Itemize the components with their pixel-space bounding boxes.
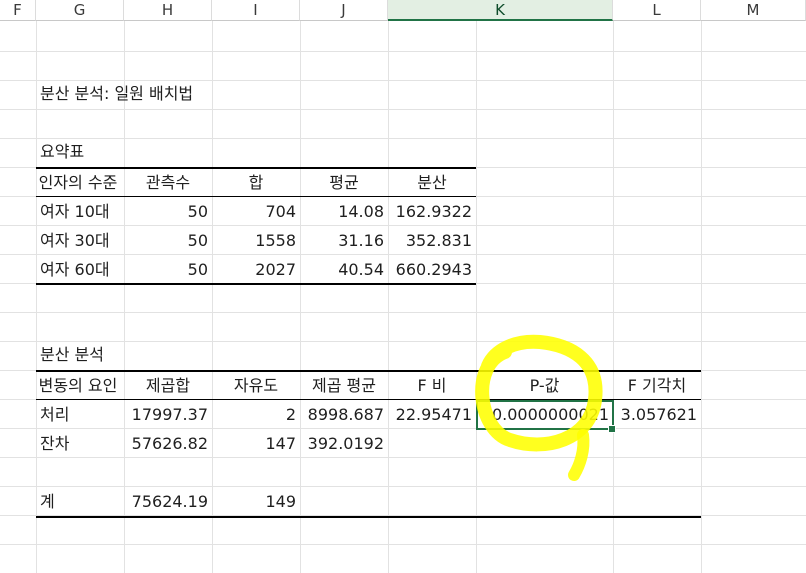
grid-hline — [0, 544, 806, 545]
summary-header-level[interactable]: 인자의 수준 — [28, 169, 128, 197]
anova-header-ms[interactable]: 제곱 평균 — [300, 372, 388, 400]
summary-cell[interactable]: 14.08 — [300, 198, 388, 226]
anova-header-df[interactable]: 자유도 — [212, 372, 300, 400]
summary-bottom-border — [36, 283, 476, 285]
grid-hline — [0, 51, 806, 52]
grid-vline — [613, 21, 614, 573]
summary-cell[interactable]: 50 — [124, 198, 212, 226]
anova-label[interactable]: 분산 분석 — [36, 341, 156, 369]
anova-bottom-border — [36, 516, 701, 518]
highlight-tail-stroke — [568, 429, 590, 481]
column-header-m[interactable]: M — [701, 0, 806, 21]
column-header-h[interactable]: H — [124, 0, 212, 21]
grid-vline — [476, 21, 477, 573]
anova-header-p[interactable]: P-값 — [476, 372, 613, 400]
summary-header-variance[interactable]: 분산 — [388, 169, 476, 197]
summary-cell[interactable]: 여자 60대 — [36, 256, 124, 284]
summary-cell[interactable]: 31.16 — [300, 227, 388, 255]
anova-header-fcrit[interactable]: F 기각치 — [613, 372, 701, 400]
grid-vline — [388, 21, 389, 573]
anova-header-f[interactable]: F 비 — [388, 372, 476, 400]
anova-cell[interactable]: 22.95471 — [388, 401, 476, 429]
summary-header-border — [36, 196, 476, 197]
summary-cell[interactable]: 162.9322 — [388, 198, 476, 226]
anova-cell[interactable]: 17997.37 — [124, 401, 212, 429]
anova-cell[interactable]: 392.0192 — [300, 430, 388, 458]
summary-header-sum[interactable]: 합 — [212, 169, 300, 197]
summary-cell[interactable]: 660.2943 — [388, 256, 476, 284]
anova-cell[interactable]: 57626.82 — [124, 430, 212, 458]
grid-hline — [0, 109, 806, 110]
summary-header-mean[interactable]: 평균 — [300, 169, 388, 197]
anova-cell[interactable]: 3.057621 — [613, 401, 701, 429]
summary-header-count[interactable]: 관측수 — [124, 169, 212, 197]
summary-cell[interactable]: 50 — [124, 256, 212, 284]
summary-cell[interactable]: 704 — [212, 198, 300, 226]
anova-header-ss[interactable]: 제곱합 — [124, 372, 212, 400]
anova-title[interactable]: 분산 분석: 일원 배치법 — [36, 80, 336, 108]
grid-vline — [701, 21, 702, 573]
summary-cell[interactable]: 여자 10대 — [36, 198, 124, 226]
anova-cell[interactable]: 계 — [36, 488, 124, 516]
column-header-g[interactable]: G — [36, 0, 124, 21]
summary-cell[interactable]: 여자 30대 — [36, 227, 124, 255]
anova-cell[interactable]: 2 — [212, 401, 300, 429]
summary-label[interactable]: 요약표 — [36, 138, 156, 166]
fill-handle[interactable] — [608, 425, 616, 433]
column-header-j[interactable]: J — [300, 0, 388, 21]
column-header-k[interactable]: K — [388, 0, 613, 21]
anova-header-source[interactable]: 변동의 요인 — [28, 372, 128, 400]
summary-cell[interactable]: 40.54 — [300, 256, 388, 284]
anova-cell[interactable]: 149 — [212, 488, 300, 516]
anova-cell[interactable]: 75624.19 — [124, 488, 212, 516]
summary-cell[interactable]: 1558 — [212, 227, 300, 255]
summary-cell[interactable]: 352.831 — [388, 227, 476, 255]
anova-cell[interactable]: 8998.687 — [300, 401, 388, 429]
anova-cell[interactable]: 147 — [212, 430, 300, 458]
active-cell-selection[interactable] — [476, 400, 614, 430]
column-header-f[interactable]: F — [0, 0, 36, 21]
summary-cell[interactable]: 50 — [124, 227, 212, 255]
anova-cell[interactable]: 잔차 — [36, 430, 124, 458]
column-header-l[interactable]: L — [613, 0, 701, 21]
anova-cell[interactable]: 처리 — [36, 401, 124, 429]
grid-hline — [0, 312, 806, 313]
grid-hline — [0, 486, 806, 487]
summary-cell[interactable]: 2027 — [212, 256, 300, 284]
column-header-i[interactable]: I — [212, 0, 300, 21]
